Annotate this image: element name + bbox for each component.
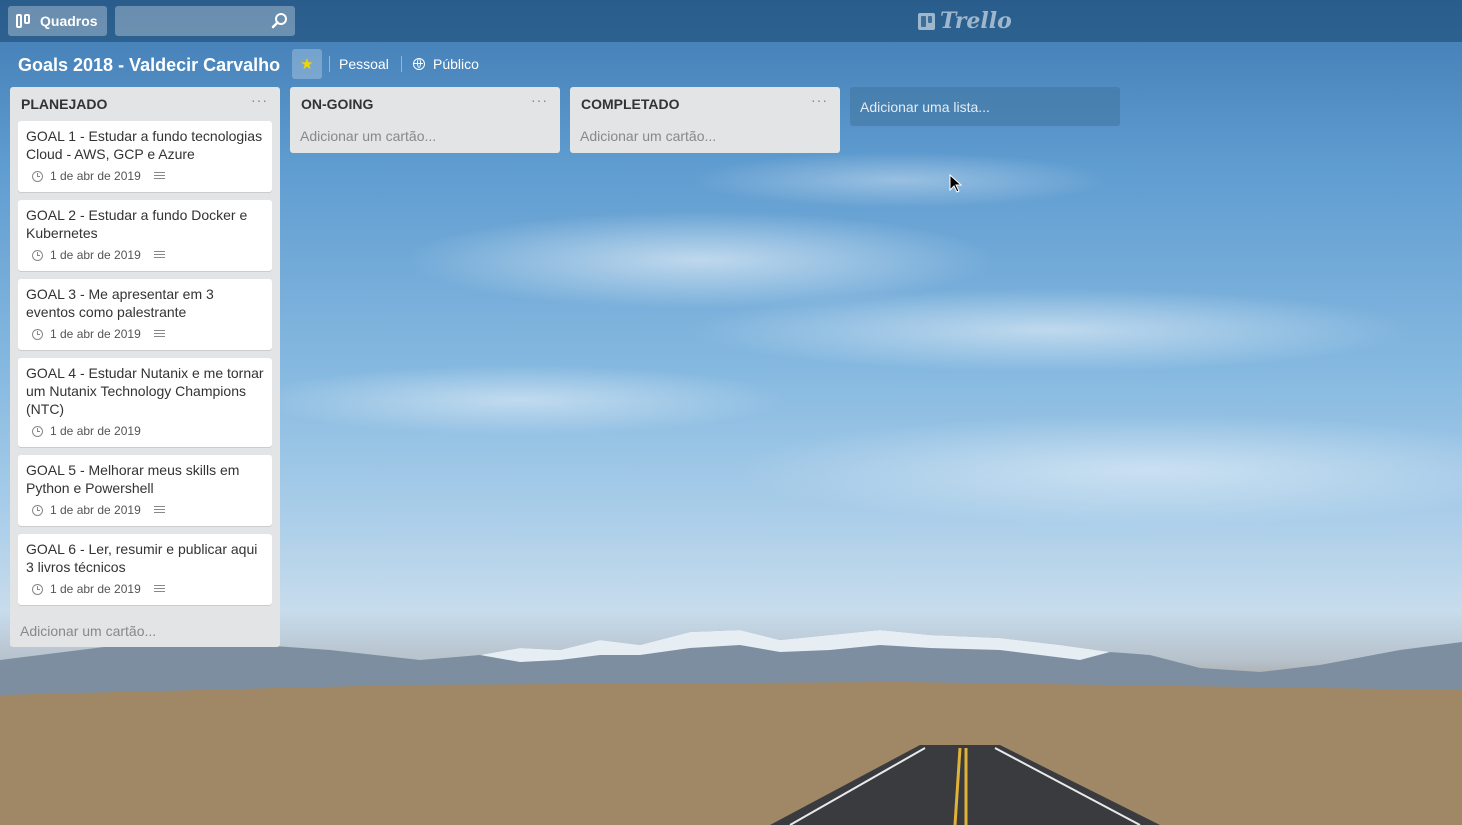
- search-input[interactable]: [115, 6, 275, 38]
- card-title: GOAL 4 - Estudar Nutanix e me tornar um …: [26, 365, 264, 417]
- add-list-button[interactable]: Adicionar uma lista...: [850, 87, 1120, 126]
- list-header: ON-GOING ···: [290, 87, 560, 121]
- description-icon: [153, 584, 165, 594]
- card[interactable]: GOAL 2 - Estudar a fundo Docker e Kubern…: [18, 200, 272, 271]
- card-badges: 1 de abr de 2019: [26, 423, 264, 439]
- list-header: COMPLETADO ···: [570, 87, 840, 121]
- card-badges: 1 de abr de 2019: [26, 326, 264, 342]
- list-header: PLANEJADO ···: [10, 87, 280, 121]
- road-edge-line: [789, 747, 926, 825]
- search-box: [115, 6, 295, 38]
- list-completado: COMPLETADO ··· Adicionar um cartão...: [570, 87, 840, 153]
- card-badges: 1 de abr de 2019: [26, 168, 264, 184]
- board-title[interactable]: Goals 2018 - Valdecir Carvalho: [18, 52, 280, 78]
- snow-caps: [480, 630, 1110, 662]
- globe-icon: [413, 58, 425, 70]
- trello-logo[interactable]: Trello: [918, 7, 1012, 35]
- due-date: 1 de abr de 2019: [50, 503, 141, 517]
- list-title[interactable]: ON-GOING: [301, 96, 373, 112]
- list-menu-icon[interactable]: ···: [531, 92, 548, 108]
- list-title[interactable]: PLANEJADO: [21, 96, 107, 112]
- card-title: GOAL 2 - Estudar a fundo Docker e Kubern…: [26, 207, 248, 241]
- visibility-label: Público: [433, 56, 479, 72]
- card-badges: 1 de abr de 2019: [26, 581, 264, 597]
- team-link[interactable]: Pessoal: [339, 55, 389, 73]
- star-button[interactable]: ★: [292, 49, 322, 79]
- visibility-button[interactable]: Público: [413, 55, 479, 73]
- list-menu-icon[interactable]: ···: [811, 92, 828, 108]
- description-icon: [153, 505, 165, 515]
- card[interactable]: GOAL 1 - Estudar a fundo tecnologias Clo…: [18, 121, 272, 192]
- list-title[interactable]: COMPLETADO: [581, 96, 680, 112]
- road-edge-line: [994, 747, 1141, 825]
- road-center-line: [953, 747, 962, 825]
- description-icon: [153, 171, 165, 181]
- card[interactable]: GOAL 6 - Ler, resumir e publicar aqui 3 …: [18, 534, 272, 605]
- list-menu-icon[interactable]: ···: [251, 92, 268, 108]
- clock-icon: [32, 583, 43, 595]
- due-date: 1 de abr de 2019: [50, 248, 141, 262]
- card[interactable]: GOAL 5 - Melhorar meus skills em Python …: [18, 455, 272, 526]
- add-card-button[interactable]: Adicionar um cartão...: [290, 121, 560, 153]
- due-date: 1 de abr de 2019: [50, 327, 141, 341]
- mouse-cursor-icon: [949, 174, 963, 193]
- card-title: GOAL 5 - Melhorar meus skills em Python …: [26, 462, 240, 496]
- clock-icon: [32, 504, 43, 516]
- list-on-going: ON-GOING ··· Adicionar um cartão...: [290, 87, 560, 153]
- description-icon: [153, 250, 165, 260]
- logo-text: Trello: [940, 8, 1012, 34]
- clock-icon: [32, 328, 43, 340]
- card[interactable]: GOAL 3 - Me apresentar em 3 eventos como…: [18, 279, 272, 350]
- trello-logo-icon: [918, 12, 935, 30]
- star-icon: ★: [300, 56, 314, 73]
- due-date: 1 de abr de 2019: [50, 582, 141, 596]
- card-title: GOAL 1 - Estudar a fundo tecnologias Clo…: [26, 128, 263, 162]
- list-planejado: PLANEJADO ··· GOAL 1 - Estudar a fundo t…: [10, 87, 280, 647]
- card-badges: 1 de abr de 2019: [26, 247, 264, 263]
- description-icon: [153, 329, 165, 339]
- clock-icon: [32, 425, 43, 437]
- divider: [401, 56, 402, 72]
- add-card-button[interactable]: Adicionar um cartão...: [10, 613, 280, 647]
- due-date: 1 de abr de 2019: [50, 424, 141, 438]
- road: [770, 745, 1160, 825]
- divider: [329, 56, 330, 72]
- card-title: GOAL 6 - Ler, resumir e publicar aqui 3 …: [26, 541, 258, 575]
- search-icon[interactable]: [271, 12, 289, 30]
- top-header: Quadros Trello: [0, 0, 1462, 42]
- due-date: 1 de abr de 2019: [50, 169, 141, 183]
- card[interactable]: GOAL 4 - Estudar Nutanix e me tornar um …: [18, 358, 272, 447]
- boards-icon: [16, 13, 32, 29]
- add-card-button[interactable]: Adicionar um cartão...: [570, 121, 840, 153]
- card-title: GOAL 3 - Me apresentar em 3 eventos como…: [26, 286, 214, 320]
- boards-button[interactable]: Quadros: [8, 6, 107, 36]
- boards-label: Quadros: [40, 13, 98, 29]
- clock-icon: [32, 170, 43, 182]
- card-badges: 1 de abr de 2019: [26, 502, 264, 518]
- clock-icon: [32, 249, 43, 261]
- plains: [0, 682, 1462, 825]
